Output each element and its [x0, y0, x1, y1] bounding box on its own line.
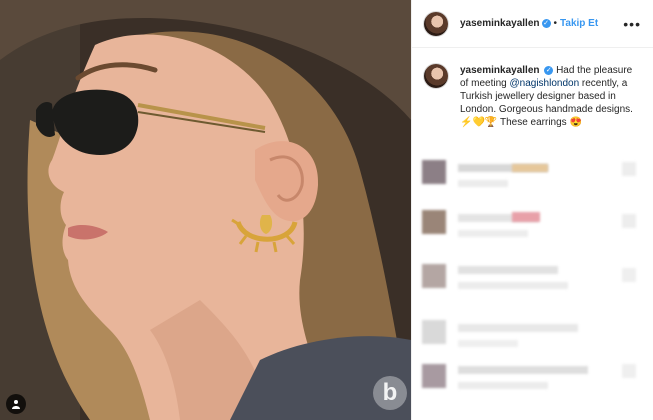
- post-photo[interactable]: b: [0, 0, 411, 420]
- caption-verified-badge-icon: ✓: [544, 65, 554, 75]
- separator-dot: •: [553, 18, 558, 29]
- more-options-icon[interactable]: •••: [623, 16, 641, 32]
- user-tag-icon[interactable]: [6, 394, 26, 414]
- follow-button[interactable]: Takip Et: [560, 18, 598, 29]
- portrait-image: [0, 0, 411, 420]
- post-caption: yaseminkayallen ✓ Had the pleasure of me…: [412, 48, 653, 129]
- caption-username[interactable]: yaseminkayallen: [460, 65, 540, 76]
- caption-end: These earrings 😍: [499, 117, 582, 128]
- caption-avatar[interactable]: [424, 64, 448, 88]
- caption-mention-link[interactable]: @nagishlondon: [509, 78, 579, 89]
- caption-emojis: ⚡💛🏆: [460, 117, 498, 128]
- watermark-logo: b: [373, 376, 407, 410]
- caption-text: yaseminkayallen ✓ Had the pleasure of me…: [460, 64, 641, 129]
- avatar[interactable]: [424, 11, 448, 36]
- blurred-comments: [412, 140, 653, 420]
- instagram-post: b yaseminkayallen ✓ • Takip Et ••• yasem…: [0, 0, 653, 420]
- post-header: yaseminkayallen ✓ • Takip Et •••: [412, 0, 653, 48]
- header-username[interactable]: yaseminkayallen: [460, 18, 540, 29]
- post-sidebar: yaseminkayallen ✓ • Takip Et ••• yasemin…: [411, 0, 653, 420]
- verified-badge-icon: ✓: [541, 19, 551, 28]
